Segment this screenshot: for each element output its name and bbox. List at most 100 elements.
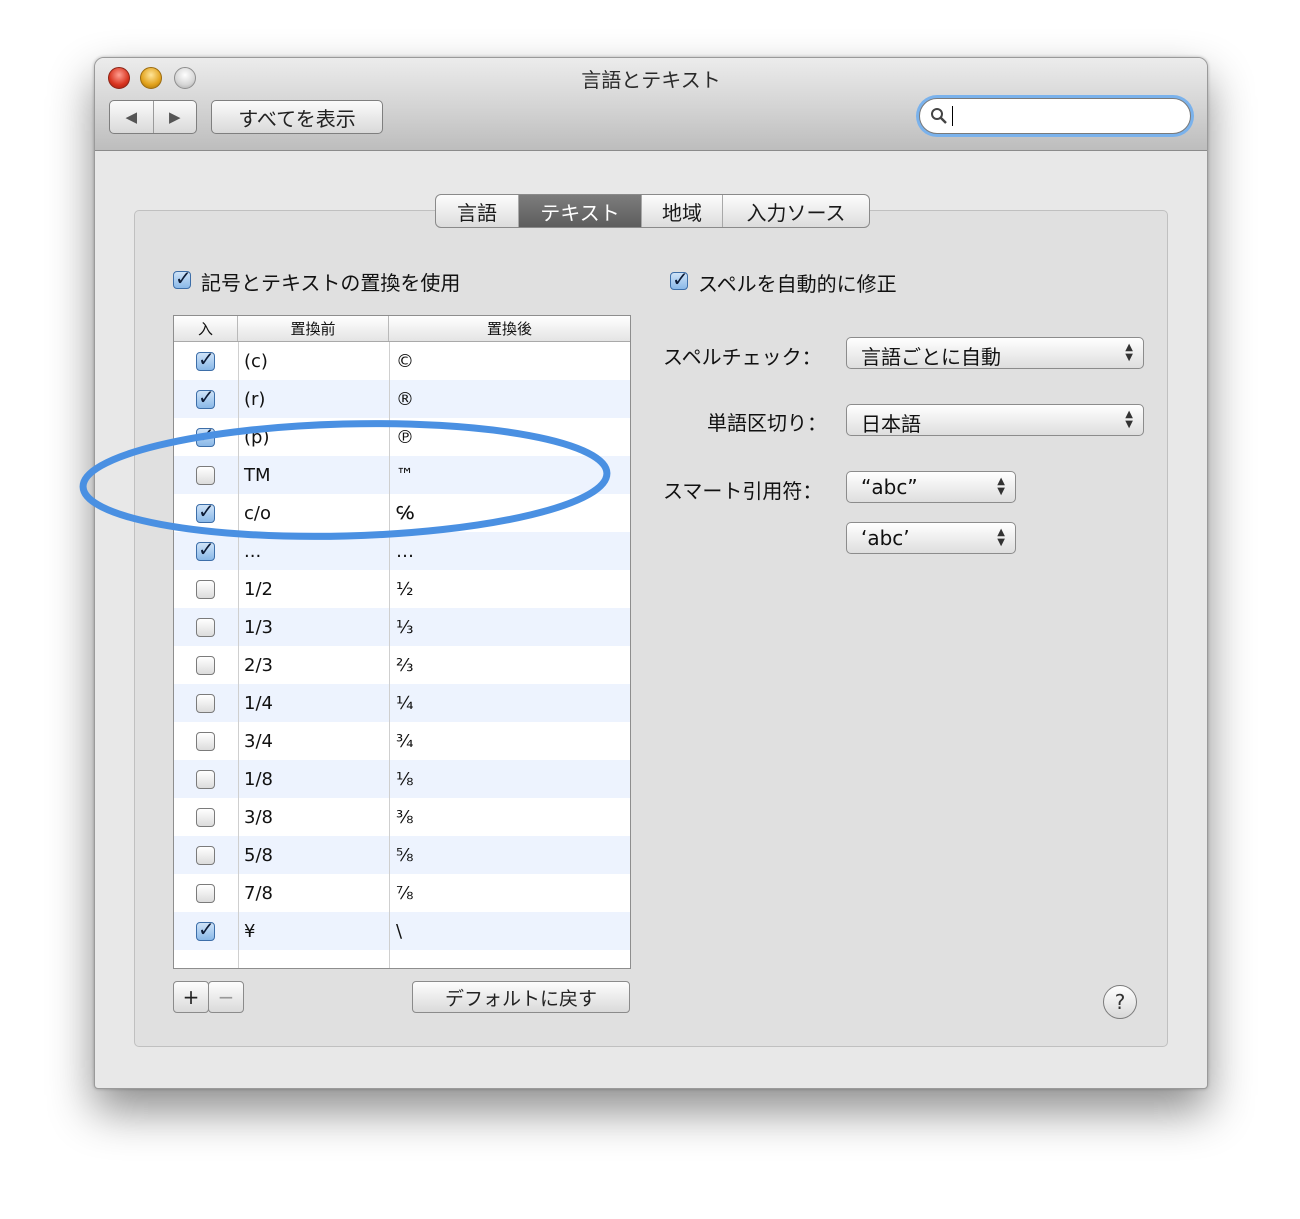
row-enabled-cell	[174, 836, 238, 874]
table-row[interactable]: (c) ©	[174, 342, 630, 380]
table-row[interactable]: 2/3 ⅔	[174, 646, 630, 684]
row-enabled-checkbox[interactable]	[196, 347, 215, 371]
column-header-with[interactable]: 置換後	[389, 316, 630, 341]
with-cell[interactable]: ⅛	[396, 760, 413, 798]
with-cell[interactable]: \	[396, 912, 402, 950]
use-replacement-checkbox[interactable]	[173, 266, 192, 290]
row-enabled-checkbox[interactable]	[196, 884, 215, 903]
row-enabled-checkbox[interactable]	[196, 537, 215, 561]
replace-cell[interactable]: (r)	[244, 380, 265, 418]
row-enabled-cell	[174, 418, 238, 456]
row-enabled-checkbox[interactable]	[196, 466, 215, 485]
replacement-table[interactable]: 入 置換前 置換後 (c)©(r)®(p)℗TM™c/o℅...…1/2½1/3…	[173, 315, 631, 969]
table-row[interactable]: ... …	[174, 532, 630, 570]
with-cell[interactable]: ⅞	[396, 874, 413, 912]
row-enabled-checkbox[interactable]	[196, 917, 215, 941]
with-cell[interactable]: ⅓	[396, 608, 413, 646]
popup-arrows-icon: ▲ ▼	[1125, 342, 1133, 363]
spellcheck-popup[interactable]: 言語ごとに自動 ▲ ▼	[846, 337, 1144, 369]
double-quote-value: “abc”	[861, 475, 918, 499]
row-enabled-checkbox[interactable]	[196, 385, 215, 409]
with-cell[interactable]: ⅝	[396, 836, 413, 874]
table-row[interactable]: 5/8 ⅝	[174, 836, 630, 874]
with-cell[interactable]: ℗	[396, 418, 414, 456]
show-all-button[interactable]: すべてを表示	[211, 100, 383, 134]
row-enabled-cell	[174, 798, 238, 836]
search-field[interactable]	[919, 98, 1191, 134]
replace-cell[interactable]: 3/4	[244, 722, 273, 760]
row-enabled-checkbox[interactable]	[196, 846, 215, 865]
tab-content-panel: 記号とテキストの置換を使用 入 置換前 置換後 (c)©(r)®(p)℗TM™c…	[134, 210, 1168, 1047]
with-cell[interactable]: ®	[396, 380, 414, 418]
back-button[interactable]: ◀	[110, 101, 154, 133]
row-enabled-checkbox[interactable]	[196, 808, 215, 827]
replace-cell[interactable]: 1/3	[244, 608, 273, 646]
with-cell[interactable]: ⅜	[396, 798, 413, 836]
table-row[interactable]: 1/4 ¼	[174, 684, 630, 722]
row-enabled-checkbox[interactable]	[196, 732, 215, 751]
restore-default-button[interactable]: デフォルトに戻す	[412, 981, 630, 1013]
table-row[interactable]: 7/8 ⅞	[174, 874, 630, 912]
replace-cell[interactable]: TM	[244, 456, 271, 494]
popup-arrows-icon: ▲ ▼	[1125, 409, 1133, 430]
replace-cell[interactable]: ...	[244, 532, 261, 570]
table-row[interactable]: (p) ℗	[174, 418, 630, 456]
with-cell[interactable]: ¾	[396, 722, 413, 760]
with-cell[interactable]: ℅	[396, 494, 414, 532]
auto-spell-checkbox[interactable]	[670, 267, 689, 291]
with-cell[interactable]: …	[396, 532, 414, 570]
column-divider	[238, 342, 239, 968]
table-row[interactable]: c/o ℅	[174, 494, 630, 532]
replace-cell[interactable]: 1/8	[244, 760, 273, 798]
replace-cell[interactable]: (c)	[244, 342, 268, 380]
row-enabled-checkbox[interactable]	[196, 580, 215, 599]
row-enabled-cell	[174, 342, 238, 380]
table-row[interactable]: TM ™	[174, 456, 630, 494]
with-cell[interactable]: ½	[396, 570, 413, 608]
tab-input-sources[interactable]: 入力ソース	[723, 195, 869, 227]
replace-cell[interactable]: c/o	[244, 494, 271, 532]
row-enabled-checkbox[interactable]	[196, 499, 215, 523]
table-row[interactable]: 1/2 ½	[174, 570, 630, 608]
replace-cell[interactable]: 3/8	[244, 798, 273, 836]
row-enabled-checkbox[interactable]	[196, 770, 215, 789]
row-enabled-cell	[174, 912, 238, 950]
double-quote-popup[interactable]: “abc” ▲ ▼	[846, 471, 1016, 503]
with-cell[interactable]: ¼	[396, 684, 413, 722]
replace-cell[interactable]: 1/2	[244, 570, 273, 608]
table-row[interactable]: 1/3 ⅓	[174, 608, 630, 646]
replace-cell[interactable]: 5/8	[244, 836, 273, 874]
single-quote-popup[interactable]: ‘abc’ ▲ ▼	[846, 522, 1016, 554]
remove-button[interactable]: −	[208, 981, 244, 1013]
row-enabled-checkbox[interactable]	[196, 423, 215, 447]
replace-cell[interactable]: 2/3	[244, 646, 273, 684]
back-forward-control: ◀ ▶	[109, 100, 197, 134]
help-button[interactable]: ?	[1103, 985, 1137, 1019]
row-enabled-cell	[174, 570, 238, 608]
table-row[interactable]: ¥\	[174, 912, 630, 950]
forward-button[interactable]: ▶	[154, 101, 197, 133]
table-row[interactable]: 3/8 ⅜	[174, 798, 630, 836]
with-cell[interactable]: ⅔	[396, 646, 413, 684]
tab-region[interactable]: 地域	[642, 195, 723, 227]
add-button[interactable]: +	[173, 981, 209, 1013]
column-header-replace[interactable]: 置換前	[238, 316, 389, 341]
table-row[interactable]: (r) ®	[174, 380, 630, 418]
table-row[interactable]: 1/8 ⅛	[174, 760, 630, 798]
replace-cell[interactable]: 7/8	[244, 874, 273, 912]
replace-cell[interactable]: 1/4	[244, 684, 273, 722]
word-break-popup[interactable]: 日本語 ▲ ▼	[846, 404, 1144, 436]
replace-cell[interactable]: (p)	[244, 418, 269, 456]
row-enabled-checkbox[interactable]	[196, 656, 215, 675]
tab-language[interactable]: 言語	[436, 195, 519, 227]
row-enabled-checkbox[interactable]	[196, 618, 215, 637]
replace-cell[interactable]: ¥	[244, 912, 255, 950]
with-cell[interactable]: ™	[396, 456, 414, 494]
row-enabled-checkbox[interactable]	[196, 694, 215, 713]
with-cell[interactable]: ©	[396, 342, 414, 380]
column-header-on[interactable]: 入	[174, 316, 238, 341]
row-enabled-cell	[174, 684, 238, 722]
smart-quotes-label: スマート引用符：	[663, 479, 823, 503]
tab-text[interactable]: テキスト	[519, 195, 642, 227]
table-row[interactable]: 3/4 ¾	[174, 722, 630, 760]
